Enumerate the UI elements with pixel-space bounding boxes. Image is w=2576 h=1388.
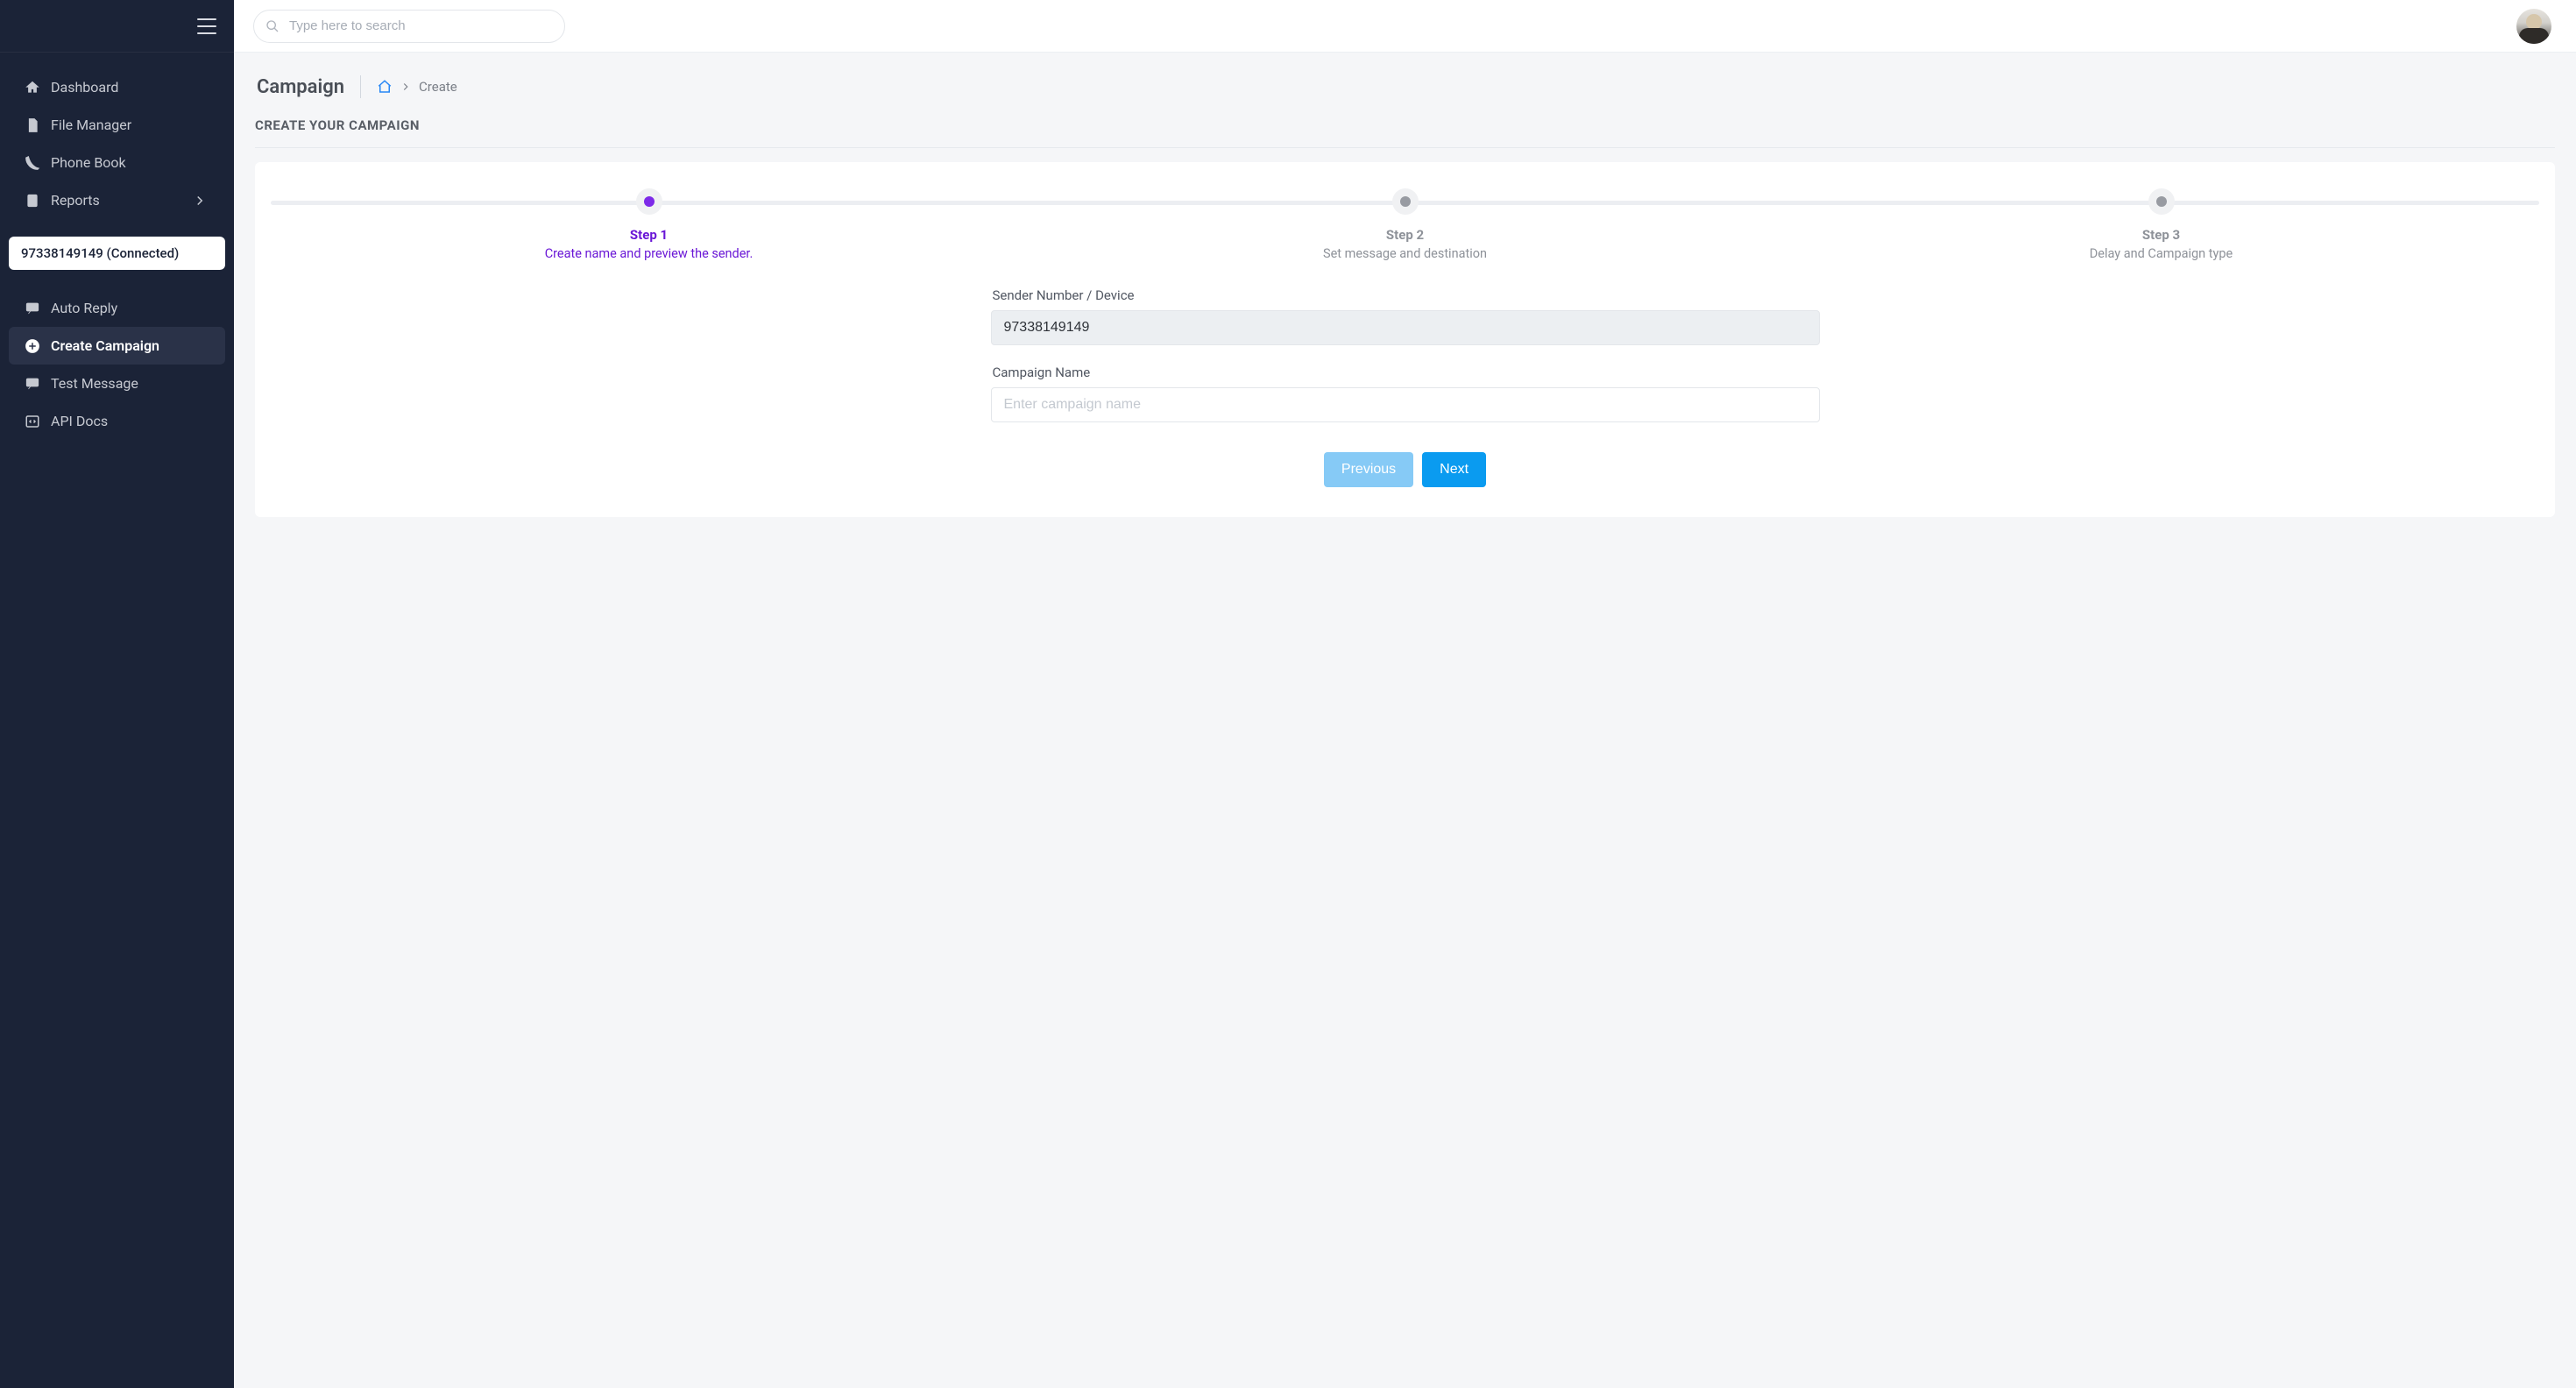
sidebar-item-auto-reply[interactable]: Auto Reply (0, 289, 234, 327)
step-1[interactable]: Step 1 Create name and preview the sende… (271, 188, 1027, 261)
sidebar-item-create-campaign[interactable]: Create Campaign (9, 327, 225, 365)
breadcrumb-current: Create (419, 79, 457, 95)
section-title: CREATE YOUR CAMPAIGN (255, 117, 2555, 133)
sidebar-item-phone-book[interactable]: Phone Book (0, 144, 234, 181)
chevron-right-icon (192, 193, 208, 209)
divider (255, 147, 2555, 148)
form-buttons: Previous Next (991, 452, 1820, 487)
step-desc: Set message and destination (1027, 246, 1783, 261)
home-icon[interactable] (377, 79, 393, 95)
step-title: Step 3 (1783, 227, 2539, 243)
sidebar-header (0, 0, 234, 53)
code-icon (25, 414, 40, 429)
chat-icon (25, 376, 40, 392)
page-title: Campaign (257, 76, 344, 98)
stepper: Step 1 Create name and preview the sende… (271, 188, 2539, 261)
chevron-right-icon (400, 81, 412, 93)
sidebar-item-label: File Manager (51, 117, 131, 133)
previous-button[interactable]: Previous (1324, 452, 1413, 487)
home-icon (25, 80, 40, 96)
sidebar-item-label: Test Message (51, 375, 138, 392)
plus-circle-icon (25, 338, 40, 354)
search-box (253, 10, 565, 43)
step-dot (636, 188, 662, 215)
step-title: Step 2 (1027, 227, 1783, 243)
search-input[interactable] (253, 10, 565, 43)
step-3[interactable]: Step 3 Delay and Campaign type (1783, 188, 2539, 261)
sidebar-item-label: Auto Reply (51, 300, 117, 316)
campaign-name-label: Campaign Name (993, 365, 1820, 380)
step-dot (2148, 188, 2175, 215)
sidebar-item-api-docs[interactable]: API Docs (0, 402, 234, 440)
step-desc: Create name and preview the sender. (271, 246, 1027, 261)
sidebar-item-label: API Docs (51, 413, 108, 429)
divider (360, 75, 361, 98)
breadcrumb-row: Campaign Create (255, 75, 2555, 98)
sidebar: Dashboard File Manager Phone Book Report… (0, 0, 234, 1388)
search-icon (265, 19, 280, 33)
chat-icon (25, 301, 40, 316)
menu-toggle-icon[interactable] (197, 18, 216, 34)
next-button[interactable]: Next (1422, 452, 1486, 487)
step-title: Step 1 (271, 227, 1027, 243)
sidebar-item-dashboard[interactable]: Dashboard (0, 68, 234, 106)
report-icon (25, 193, 40, 209)
nav-primary: Dashboard File Manager Phone Book Report… (0, 53, 234, 224)
main-column: Campaign Create CREATE YOUR CAMPAIGN Ste… (234, 0, 2576, 1388)
phone-icon (25, 155, 40, 171)
step-dot (1392, 188, 1419, 215)
sidebar-item-label: Create Campaign (51, 337, 159, 354)
breadcrumb: Create (377, 79, 457, 95)
device-status-label: 97338149149 (Connected) (21, 245, 179, 261)
sidebar-item-reports[interactable]: Reports (0, 181, 234, 219)
topbar (234, 0, 2576, 53)
device-status-chip[interactable]: 97338149149 (Connected) (9, 237, 225, 270)
sender-number-label: Sender Number / Device (993, 287, 1820, 303)
sidebar-item-label: Reports (51, 192, 100, 209)
step-2[interactable]: Step 2 Set message and destination (1027, 188, 1783, 261)
sidebar-item-file-manager[interactable]: File Manager (0, 106, 234, 144)
campaign-card: Step 1 Create name and preview the sende… (255, 162, 2555, 517)
avatar[interactable] (2516, 9, 2551, 44)
nav-secondary: Auto Reply Create Campaign Test Message … (0, 286, 234, 445)
sidebar-item-test-message[interactable]: Test Message (0, 365, 234, 402)
file-icon (25, 117, 40, 133)
sidebar-item-label: Dashboard (51, 79, 118, 96)
campaign-form: Sender Number / Device Campaign Name Pre… (991, 287, 1820, 487)
campaign-name-input[interactable] (991, 387, 1820, 422)
page: Campaign Create CREATE YOUR CAMPAIGN Ste… (234, 53, 2576, 1388)
step-desc: Delay and Campaign type (1783, 246, 2539, 261)
sidebar-item-label: Phone Book (51, 154, 126, 171)
sender-number-input[interactable] (991, 310, 1820, 345)
